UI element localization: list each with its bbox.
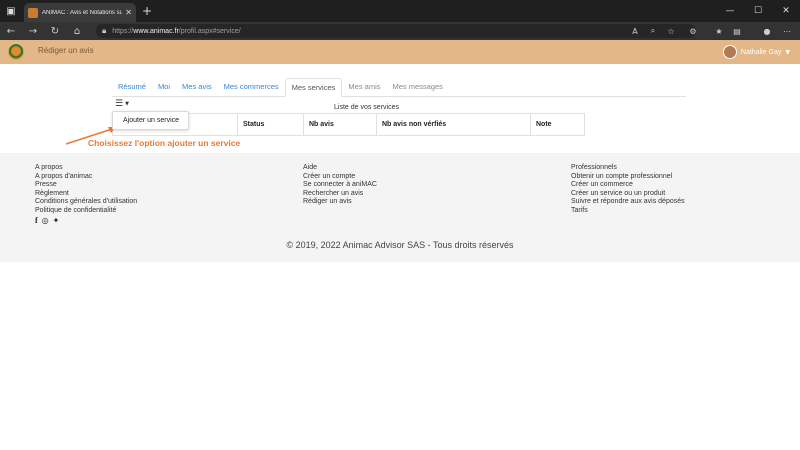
- home-icon[interactable]: ⌂: [70, 24, 84, 38]
- footer-link[interactable]: Se connecter à aniMAC: [303, 181, 377, 190]
- services-dropdown-menu: Ajouter un service: [112, 111, 189, 130]
- footer-link[interactable]: Rédiger un avis: [303, 198, 377, 207]
- tab-resume[interactable]: Résumé: [112, 78, 152, 97]
- column-header-status: Status: [237, 113, 304, 136]
- footer-link[interactable]: Rechercher un avis: [303, 190, 377, 199]
- url-field[interactable]: 🔒︎ https://www.animac.fr/profil.aspx#ser…: [96, 24, 696, 38]
- footer-link[interactable]: Aide: [303, 164, 377, 173]
- footer-column-about: A propos A propos d'animac Presse Règlem…: [35, 164, 137, 226]
- user-menu[interactable]: Nathalie Gay ▼: [722, 45, 790, 59]
- window-menu-icon[interactable]: ▣: [0, 0, 22, 22]
- footer-link[interactable]: Suivre et répondre aux avis déposés: [571, 198, 685, 207]
- footer-link[interactable]: Professionnels: [571, 164, 685, 173]
- add-service-menu-item[interactable]: Ajouter un service: [123, 117, 179, 124]
- extensions-icon[interactable]: ⚙: [686, 24, 700, 38]
- address-bar-row: ← → ↻ ⌂ 🔒︎ https://www.animac.fr/profil.…: [0, 22, 800, 40]
- back-icon[interactable]: ←: [4, 24, 18, 38]
- forward-icon[interactable]: →: [26, 24, 40, 38]
- chevron-down-icon: ▼: [785, 48, 790, 56]
- url-scheme: https://: [112, 27, 134, 35]
- more-options-icon[interactable]: ⋯: [780, 24, 794, 38]
- footer-link[interactable]: Politique de confidentialité: [35, 207, 137, 216]
- footer-link[interactable]: Tarifs: [571, 207, 685, 216]
- footer-link[interactable]: A propos d'animac: [35, 173, 137, 182]
- profile-icon[interactable]: ●: [760, 24, 774, 38]
- footer-link[interactable]: Obtenir un compte professionnel: [571, 173, 685, 182]
- minimize-icon[interactable]: —: [716, 0, 744, 22]
- site-header: Rédiger un avis Nathalie Gay ▼: [0, 40, 800, 64]
- footer-link[interactable]: Créer un compte: [303, 173, 377, 182]
- site-footer: A propos A propos d'animac Presse Règlem…: [0, 153, 800, 262]
- instagram-icon[interactable]: ◎: [42, 216, 49, 226]
- facebook-icon[interactable]: f: [35, 216, 38, 226]
- new-tab-icon[interactable]: +: [142, 4, 152, 18]
- copyright: © 2019, 2022 Animac Advisor SAS - Tous d…: [286, 240, 514, 250]
- column-header-nb-avis-non-verifies: Nb avis non vérfiés: [376, 113, 531, 136]
- tab-moi[interactable]: Moi: [152, 78, 176, 97]
- url-domain: www.animac.fr: [133, 27, 179, 35]
- social-links: f ◎ ✦: [35, 216, 137, 226]
- twitter-icon[interactable]: ✦: [53, 216, 60, 226]
- tab-mes-messages[interactable]: Mes messages: [387, 78, 449, 97]
- user-name: Nathalie Gay: [740, 48, 782, 56]
- footer-link[interactable]: A propos: [35, 164, 137, 173]
- read-aloud-icon[interactable]: A: [628, 24, 642, 38]
- chevron-down-icon: ▼: [125, 101, 129, 107]
- tab-mes-amis[interactable]: Mes amis: [342, 78, 386, 97]
- browser-tab-bar: ▣ ANIMAC : Avis et Notations sur ✕ + — ☐…: [0, 0, 800, 22]
- profile-tabs: Résumé Moi Mes avis Mes commerces Mes se…: [112, 78, 686, 97]
- favorite-star-icon[interactable]: ☆: [664, 24, 678, 38]
- column-header-nb-avis: Nb avis: [303, 113, 377, 136]
- footer-link[interactable]: Créer un commerce: [571, 181, 685, 190]
- animac-favicon-icon: [28, 7, 38, 18]
- services-menu-button[interactable]: ☰ ▼: [115, 99, 129, 109]
- footer-link[interactable]: Presse: [35, 181, 137, 190]
- services-list-title: Liste de vos services: [334, 104, 399, 111]
- tab-title: ANIMAC : Avis et Notations sur: [42, 9, 123, 16]
- footer-link[interactable]: Conditions générales d'utilisation: [35, 198, 137, 207]
- footer-column-help: Aide Créer un compte Se connecter à aniM…: [303, 164, 377, 207]
- url-path: /profil.aspx#service/: [178, 27, 241, 35]
- tab-mes-commerces[interactable]: Mes commerces: [218, 78, 285, 97]
- write-review-link[interactable]: Rédiger un avis: [38, 46, 94, 55]
- refresh-icon[interactable]: ↻: [48, 24, 62, 38]
- hamburger-icon: ☰: [115, 99, 124, 109]
- footer-link[interactable]: Créer un service ou un produit: [571, 190, 685, 199]
- tab-mes-services[interactable]: Mes services: [284, 78, 343, 97]
- close-tab-icon[interactable]: ✕: [125, 8, 132, 17]
- close-window-icon[interactable]: ✕: [772, 0, 800, 22]
- annotation-text: Choisissez l'option ajouter un service: [88, 138, 241, 148]
- tab-mes-avis[interactable]: Mes avis: [176, 78, 218, 97]
- column-header-note: Note: [530, 113, 585, 136]
- zoom-icon[interactable]: ⌕: [646, 24, 660, 38]
- browser-tab[interactable]: ANIMAC : Avis et Notations sur ✕: [24, 3, 136, 22]
- footer-column-professionals: Professionnels Obtenir un compte profess…: [571, 164, 685, 215]
- footer-link[interactable]: Règlement: [35, 190, 137, 199]
- favorites-icon[interactable]: ★: [712, 24, 726, 38]
- avatar: [722, 45, 737, 59]
- maximize-icon[interactable]: ☐: [744, 0, 772, 22]
- collections-icon[interactable]: ▤: [730, 24, 744, 38]
- lock-icon: 🔒︎: [102, 26, 107, 35]
- animac-logo[interactable]: [8, 44, 24, 60]
